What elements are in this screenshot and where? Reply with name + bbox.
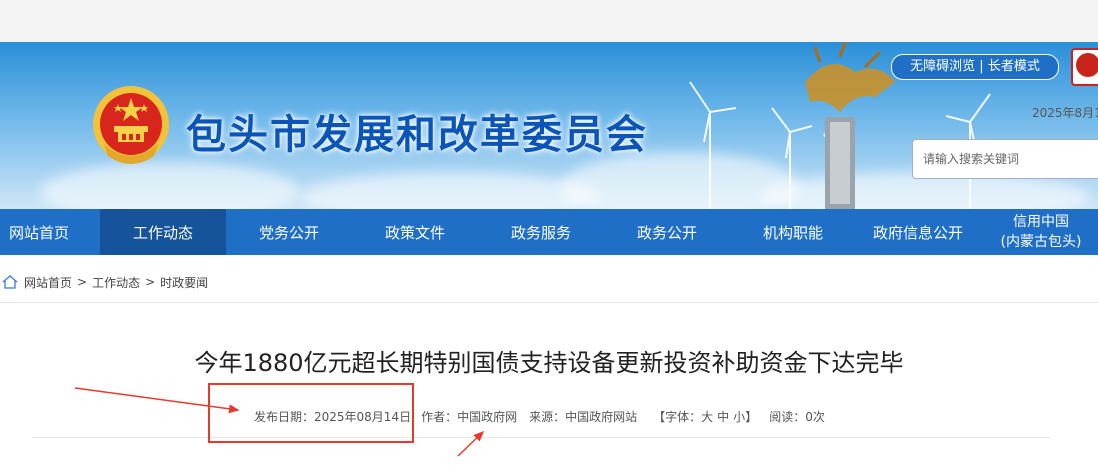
annotation-arrow-bottom (457, 430, 485, 457)
annotation-arrows (74, 387, 485, 457)
annotation-arrow-left (74, 387, 240, 414)
